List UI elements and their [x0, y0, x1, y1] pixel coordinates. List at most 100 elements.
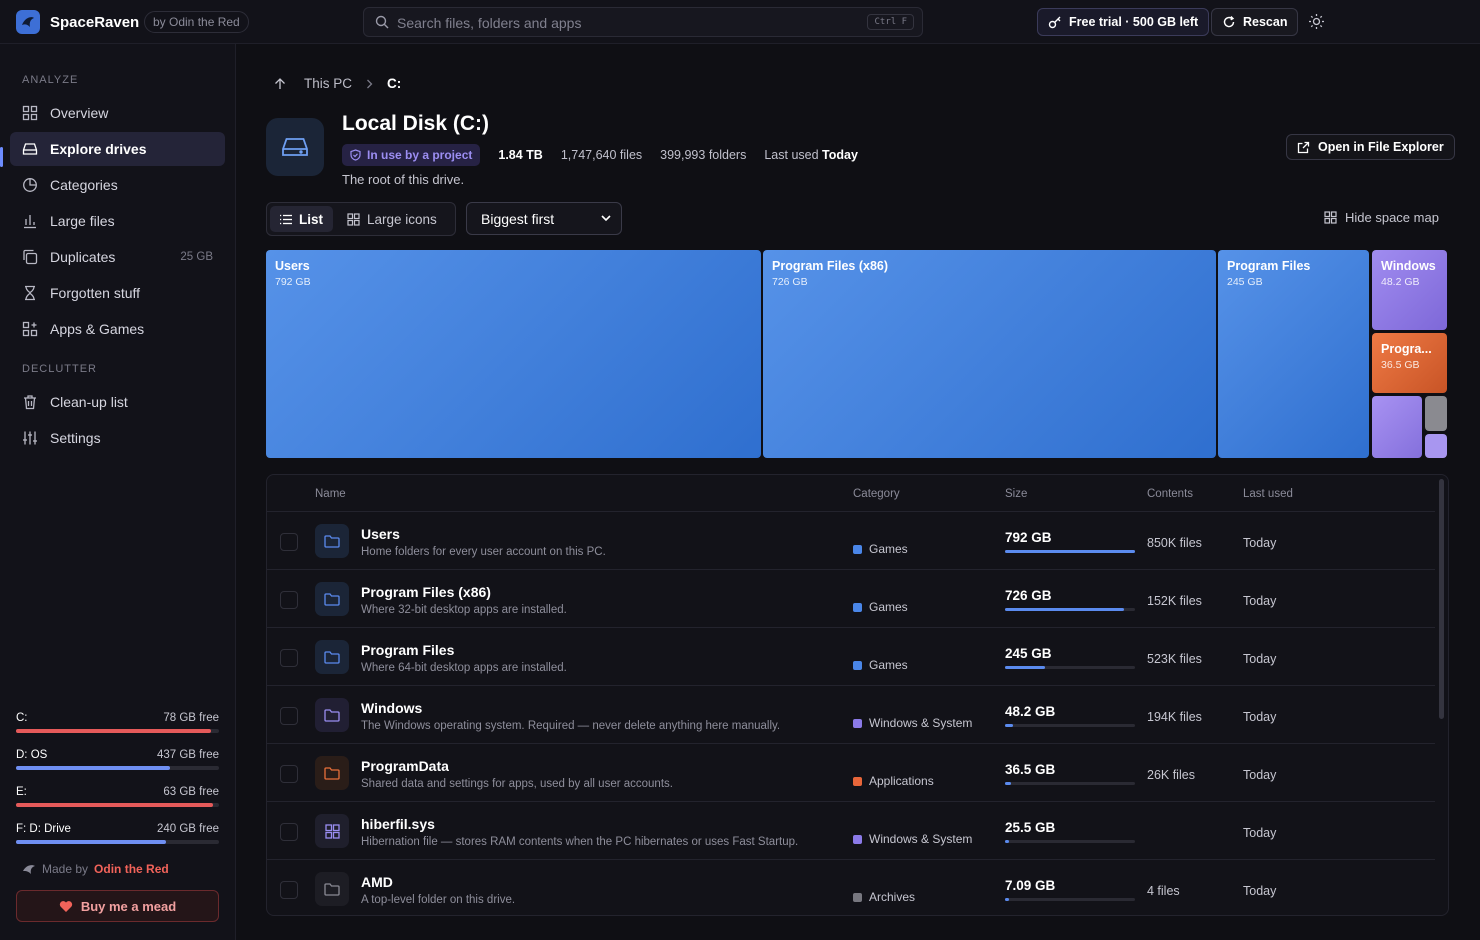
row-description: Where 64-bit desktop apps are installed.	[361, 662, 567, 674]
disk-file-count: 1,747,640 files	[560, 148, 643, 162]
raven-icon	[23, 865, 35, 874]
sidebar-item-apps-games[interactable]: Apps & Games	[10, 312, 225, 346]
sidebar-item-label: Overview	[50, 105, 109, 121]
row-category: Games	[853, 600, 908, 614]
chevron-down-icon	[601, 215, 611, 222]
sidebar-item-categories[interactable]: Categories	[10, 168, 225, 202]
breadcrumb-root[interactable]: This PC	[304, 76, 352, 91]
drive-label: E:	[16, 786, 27, 798]
row-checkbox[interactable]	[280, 765, 298, 783]
hide-space-map-label: Hide space map	[1345, 210, 1439, 225]
grid-icon	[1324, 211, 1337, 224]
sidebar-item-clean-up-list[interactable]: Clean-up list	[10, 385, 225, 419]
buy-me-a-mead-button[interactable]: Buy me a mead	[16, 890, 219, 922]
sidebar-item-label: Forgotten stuff	[50, 285, 141, 301]
folder-icon	[315, 524, 349, 558]
row-checkbox[interactable]	[280, 533, 298, 551]
list-view-label: List	[299, 211, 324, 227]
row-checkbox[interactable]	[280, 823, 298, 841]
table-row[interactable]: Program Files (x86) Where 32-bit desktop …	[267, 570, 1435, 628]
column-header-contents[interactable]: Contents	[1147, 488, 1193, 500]
drive-usage-fill	[16, 729, 211, 733]
sidebar-item-explore-drives[interactable]: Explore drives	[10, 132, 225, 166]
top-bar: SpaceRaven by Odin the Red Ctrl F Free t…	[0, 0, 1480, 44]
category-swatch	[853, 892, 862, 902]
row-category: Games	[853, 542, 908, 556]
treemap-tile-windows[interactable]: Windows 48.2 GB	[1372, 250, 1447, 330]
free-trial-button[interactable]: Free trial · 500 GB left	[1037, 8, 1210, 36]
column-header-name[interactable]: Name	[315, 488, 346, 500]
list-view-button[interactable]: List	[270, 206, 334, 232]
row-last-used: Today	[1243, 594, 1277, 608]
author-link[interactable]: Odin the Red	[94, 862, 169, 876]
table-row[interactable]: Windows The Windows operating system. Req…	[267, 686, 1435, 744]
treemap-tile-program-files-x86[interactable]: Program Files (x86) 726 GB	[763, 250, 1216, 458]
treemap-tile-program-files[interactable]: Program Files 245 GB	[1218, 250, 1369, 458]
project-badge[interactable]: In use by a project	[342, 144, 481, 166]
rescan-button[interactable]: Rescan	[1211, 8, 1299, 36]
sidebar-item-forgotten-stuff[interactable]: Forgotten stuff	[10, 276, 225, 310]
made-by: Made by Odin the Red	[22, 862, 169, 876]
table-row[interactable]: hiberfil.sys Hibernation file — stores RA…	[267, 802, 1435, 860]
table-row[interactable]: AMD A top-level folder on this drive. Arch…	[267, 860, 1435, 915]
row-size: 48.2 GB	[1005, 704, 1056, 719]
theme-toggle-icon[interactable]	[1308, 13, 1325, 30]
sidebar-item-duplicates[interactable]: Duplicates 25 GB	[10, 240, 225, 274]
column-header-size[interactable]: Size	[1005, 488, 1027, 500]
sidebar-item-settings[interactable]: Settings	[10, 421, 225, 455]
row-name[interactable]: Program Files (x86)	[361, 584, 491, 600]
row-last-used: Today	[1243, 768, 1277, 782]
row-contents: 152K files	[1147, 594, 1202, 608]
row-size-fill	[1005, 840, 1010, 843]
row-checkbox[interactable]	[280, 881, 298, 899]
large-icons-view-button[interactable]: Large icons	[337, 206, 447, 232]
treemap-tile-other[interactable]	[1425, 434, 1447, 458]
search-input[interactable]	[397, 13, 837, 33]
table-row[interactable]: Program Files Where 64-bit desktop apps a…	[267, 628, 1435, 686]
row-contents: 850K files	[1147, 536, 1202, 550]
treemap-tile-amd[interactable]	[1425, 396, 1447, 431]
folder-icon	[315, 756, 349, 790]
row-category: Windows & System	[853, 832, 972, 846]
table-row[interactable]: Users Home folders for every user account…	[267, 512, 1435, 570]
contents-table: Name Category Size Contents Last used Us…	[266, 474, 1449, 916]
app-name: SpaceRaven	[50, 14, 140, 31]
sidebar-item-overview[interactable]: Overview	[10, 96, 225, 130]
column-header-category[interactable]: Category	[853, 488, 900, 500]
table-row[interactable]: ProgramData Shared data and settings for …	[267, 744, 1435, 802]
tile-name: Progra...	[1381, 342, 1432, 356]
treemap-tile-programdata[interactable]: Progra... 36.5 GB	[1372, 333, 1447, 393]
row-size-bar	[1005, 550, 1135, 553]
row-checkbox[interactable]	[280, 649, 298, 667]
drive-usage-fill	[16, 840, 167, 844]
treemap-tile-hiberfil[interactable]	[1372, 396, 1422, 458]
sort-select[interactable]: Biggest first	[466, 202, 622, 235]
row-name[interactable]: hiberfil.sys	[361, 816, 435, 832]
scrollbar[interactable]	[1439, 479, 1444, 719]
category-swatch	[853, 834, 862, 844]
row-name[interactable]: AMD	[361, 874, 393, 890]
search-box[interactable]: Ctrl F	[363, 7, 923, 37]
row-size-bar	[1005, 666, 1135, 669]
table-header: Name Category Size Contents Last used	[267, 475, 1435, 512]
drive-usage-bar	[16, 803, 219, 807]
row-checkbox[interactable]	[280, 707, 298, 725]
tile-size: 36.5 GB	[1381, 359, 1420, 371]
up-arrow-icon[interactable]	[274, 77, 286, 90]
row-name[interactable]: Windows	[361, 700, 422, 716]
app-byline[interactable]: by Odin the Red	[144, 11, 249, 33]
row-checkbox[interactable]	[280, 591, 298, 609]
drive-label: D: OS	[16, 749, 48, 761]
row-contents: 523K files	[1147, 652, 1202, 666]
row-name[interactable]: Program Files	[361, 642, 454, 658]
drive-usage-bar	[16, 766, 219, 770]
row-name[interactable]: Users	[361, 526, 400, 542]
treemap-tile-users[interactable]: Users 792 GB	[266, 250, 761, 458]
sidebar-item-large-files[interactable]: Large files	[10, 204, 225, 238]
row-name[interactable]: ProgramData	[361, 758, 449, 774]
hide-space-map-button[interactable]: Hide space map	[1324, 210, 1439, 225]
open-in-file-explorer-button[interactable]: Open in File Explorer	[1286, 134, 1455, 160]
column-header-last-used[interactable]: Last used	[1243, 488, 1293, 500]
category-label: Games	[869, 658, 908, 672]
row-size-fill	[1005, 898, 1009, 901]
